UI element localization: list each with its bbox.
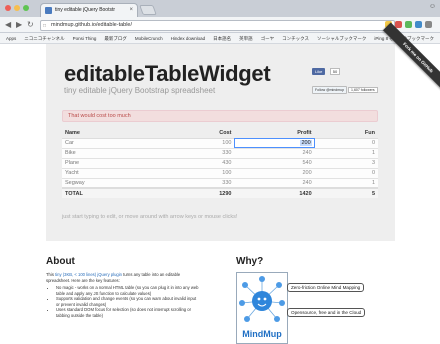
column-header-cost: Cost — [162, 128, 235, 139]
cell-name[interactable]: Car — [62, 137, 163, 148]
bookmark-item[interactable]: ソーシャルブックマーク — [317, 33, 366, 43]
table-footer-row: TOTAL 1290 1420 5 — [62, 187, 378, 198]
browser-toolbar: ◀ ▶ ↻ □ mindmup.github.io/editable-table… — [0, 17, 440, 33]
cell-fun[interactable]: 1 — [314, 177, 378, 188]
cell-profit[interactable]: 540 — [234, 157, 315, 168]
bookmark-item[interactable]: Apps — [6, 33, 16, 43]
bookmark-item[interactable]: 日本語名 — [213, 33, 231, 43]
feature-item: No magic - works on a normal HTML table … — [56, 285, 201, 296]
mindmap-node-2: Opensource, free and in the Cloud — [287, 308, 366, 317]
address-bar[interactable]: □ mindmup.github.io/editable-table/ — [40, 20, 395, 31]
about-heading: About — [46, 256, 75, 267]
maximize-window-button[interactable] — [23, 5, 29, 11]
total-profit: 1420 — [234, 187, 315, 198]
page-content: editableTableWidget tiny editable jQuery… — [0, 44, 440, 344]
forward-icon[interactable]: ▶ — [16, 20, 22, 30]
bookmark-item[interactable]: MobileCrunch — [135, 33, 163, 43]
total-label: TOTAL — [62, 187, 163, 198]
table-row: Plane 430 540 3 — [62, 157, 378, 168]
mindmap-node-1: Zero-friction Online Mind Mapping — [287, 283, 365, 292]
feature-item: Uses standard DOM focus for selection (s… — [56, 307, 201, 318]
new-tab-button[interactable] — [139, 5, 157, 15]
cell-editor-selection[interactable]: 200 — [300, 140, 312, 146]
jumbotron: editableTableWidget tiny editable jQuery… — [46, 44, 395, 241]
bookmark-item[interactable]: 最新ブログ — [104, 33, 127, 43]
cell-fun[interactable]: 0 — [314, 167, 378, 178]
mindmup-logo-text: MindMup — [242, 329, 282, 339]
browser-tabstrip: tiny editable jQuery Bootstr × ☺ — [0, 0, 440, 17]
about-section: About This tiny (3KB, < 100 lines) jQuer… — [46, 256, 201, 318]
like-count: 50 — [329, 68, 341, 75]
cell-profit[interactable]: 200 — [234, 167, 315, 178]
cell-profit[interactable]: 240 — [234, 147, 315, 158]
reload-icon[interactable]: ↻ — [27, 20, 34, 30]
cell-fun[interactable]: 3 — [314, 157, 378, 168]
menu-icon[interactable] — [425, 21, 432, 28]
plugin-link[interactable]: tiny (3KB, < 100 lines) jQuery plugin — [55, 272, 122, 277]
social-buttons: Like 50 Follow @mindmup 1,607 followers — [312, 60, 378, 96]
cell-cost[interactable]: 100 — [162, 137, 235, 148]
address-bar-url: mindmup.github.io/editable-table/ — [51, 22, 133, 28]
usage-hint: just start typing to edit, or move aroun… — [62, 214, 238, 220]
extension-blue-icon[interactable] — [415, 21, 422, 28]
twitter-follow-button[interactable]: Follow @mindmup — [312, 86, 348, 94]
table-row: Bike 330 240 1 — [62, 147, 378, 158]
editable-table: Name Cost Profit Fun Car 100 200 0 Bike 330 24… — [62, 128, 378, 198]
table-row: Car 100 200 0 — [62, 137, 378, 148]
cell-cost[interactable]: 430 — [162, 157, 235, 168]
close-window-button[interactable] — [5, 5, 11, 11]
cell-fun[interactable]: 1 — [314, 147, 378, 158]
cell-profit[interactable]: 240 — [234, 177, 315, 188]
favicon-icon — [45, 7, 52, 14]
follower-count: 1,607 followers — [348, 87, 378, 93]
tab-title: tiny editable jQuery Bootstr — [55, 7, 116, 13]
tab-close-icon[interactable]: × — [129, 4, 133, 17]
browser-tab[interactable]: tiny editable jQuery Bootstr × — [40, 3, 138, 17]
cell-name[interactable]: Plane — [62, 157, 163, 168]
minimize-window-button[interactable] — [14, 5, 20, 11]
cell-name[interactable]: Segway — [62, 177, 163, 188]
table-header-row: Name Cost Profit Fun — [62, 128, 378, 139]
cell-profit[interactable]: 200 — [234, 137, 315, 148]
cell-fun[interactable]: 0 — [314, 137, 378, 148]
feature-item: Supports validation and change events (s… — [56, 296, 201, 307]
table-row: Segway 330 240 1 — [62, 177, 378, 188]
cell-cost[interactable]: 330 — [162, 147, 235, 158]
page-title: editableTableWidget — [64, 61, 271, 86]
about-intro: This tiny (3KB, < 100 lines) jQuery plug… — [46, 272, 201, 283]
feature-list: No magic - works on a normal HTML table … — [46, 285, 201, 318]
bookmark-item[interactable]: Ponsi Thing — [73, 33, 97, 43]
bookmark-item[interactable]: iPing 8 — [374, 33, 388, 43]
bookmark-item[interactable]: ニコニコチャンネル — [24, 33, 64, 43]
column-header-profit: Profit — [234, 128, 315, 139]
cell-cost[interactable]: 100 — [162, 167, 235, 178]
bookmarks-bar: Apps ニコニコチャンネル Ponsi Thing 最新ブログ MobileCrunc… — [0, 33, 440, 44]
extension-green-icon[interactable] — [405, 21, 412, 28]
window-controls — [5, 5, 29, 11]
column-header-name: Name — [62, 128, 163, 139]
column-header-fun: Fun — [314, 128, 378, 139]
table-row: Yacht 100 200 0 — [62, 167, 378, 178]
mindmup-mascot-icon: MindMup — [239, 276, 285, 339]
why-section: Why? — [236, 256, 263, 267]
cell-name[interactable]: Yacht — [62, 167, 163, 178]
back-icon[interactable]: ◀ — [5, 20, 11, 30]
bookmark-item[interactable]: 英単語 — [239, 33, 253, 43]
validation-alert: That would cost too much — [62, 110, 378, 122]
why-heading: Why? — [236, 256, 264, 267]
page-icon: □ — [43, 23, 47, 29]
page-subtitle: tiny editable jQuery Bootstrap spreadshe… — [64, 86, 216, 95]
facebook-like-button[interactable]: Like — [312, 68, 326, 75]
total-fun: 5 — [314, 187, 378, 198]
cell-cost[interactable]: 330 — [162, 177, 235, 188]
mindmup-logo[interactable]: MindMup — [236, 272, 288, 344]
about-intro-prefix: This — [46, 272, 56, 277]
bookmark-item[interactable]: コンチックス — [282, 33, 309, 43]
bookmark-item[interactable]: Hindex download — [171, 33, 206, 43]
bookmark-item[interactable]: ゴーヤ — [261, 33, 275, 43]
cell-name[interactable]: Bike — [62, 147, 163, 158]
profile-icon[interactable]: ☺ — [429, 3, 436, 10]
total-cost: 1290 — [162, 187, 235, 198]
